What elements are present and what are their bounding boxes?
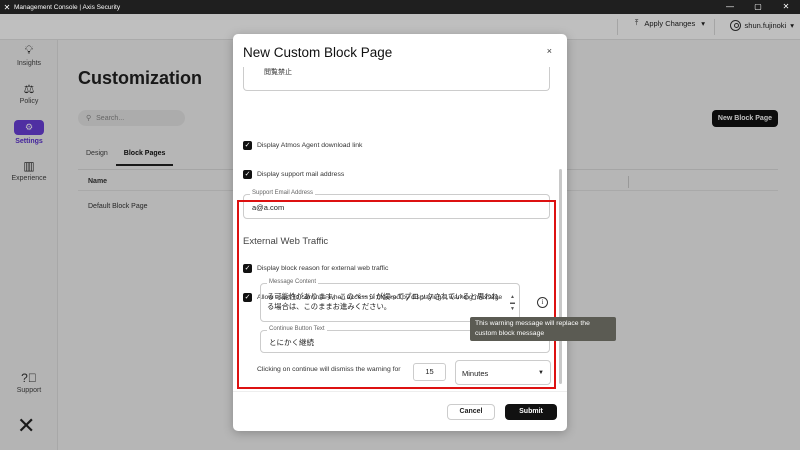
checkbox-checked-icon: ✓: [243, 141, 252, 150]
checkbox-checked-icon: ✓: [243, 170, 252, 179]
minimize-button[interactable]: —: [716, 0, 744, 14]
field-label: Support Email Address: [250, 190, 316, 196]
checkbox-label: Display Atmos Agent download link: [257, 142, 363, 149]
submit-button[interactable]: Submit: [505, 404, 557, 420]
close-icon[interactable]: ×: [547, 46, 552, 56]
modal-title: New Custom Block Page: [243, 45, 393, 60]
block-message-value: 閲覧禁止: [264, 69, 292, 76]
support-mail-checkbox[interactable]: ✓ Display support mail address: [243, 170, 344, 179]
window-title: Management Console | Axis Security: [14, 3, 121, 11]
cancel-button[interactable]: Cancel: [447, 404, 495, 420]
maximize-button[interactable]: ▢: [744, 0, 772, 14]
highlight-box: [237, 200, 556, 389]
atmos-agent-checkbox[interactable]: ✓ Display Atmos Agent download link: [243, 141, 362, 150]
window-controls: — ▢ ✕: [716, 0, 800, 14]
close-window-button[interactable]: ✕: [772, 0, 800, 14]
modal-footer: Cancel Submit: [233, 391, 567, 431]
info-tooltip: This warning message will replace the cu…: [470, 317, 616, 341]
checkbox-label: Display support mail address: [257, 171, 345, 178]
modal-scrollbar[interactable]: [559, 169, 562, 384]
window-titlebar: ✕ Management Console | Axis Security — ▢…: [0, 0, 800, 14]
block-message-field[interactable]: 閲覧禁止: [243, 67, 550, 91]
app-logo-icon: ✕: [3, 2, 11, 12]
